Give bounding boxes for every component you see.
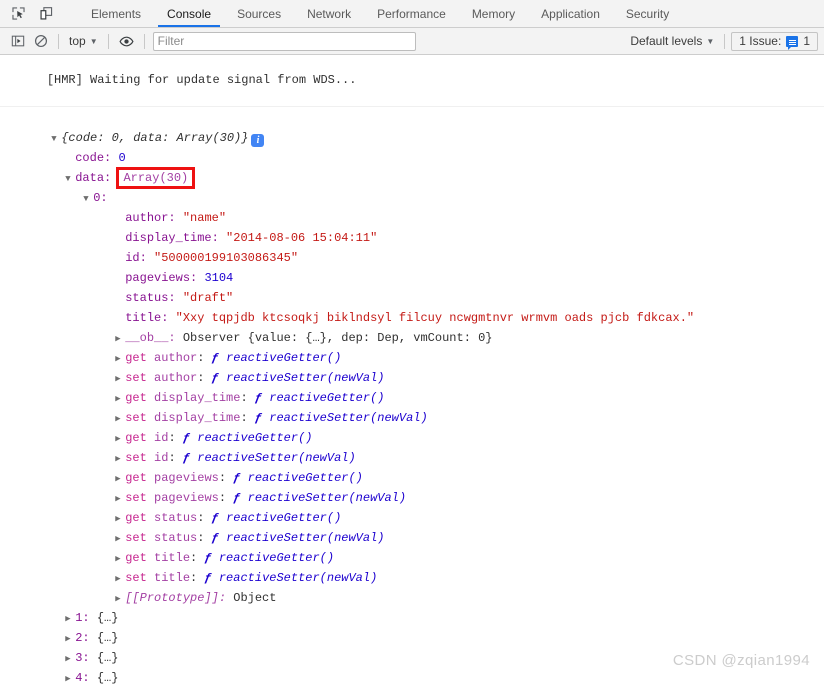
property-row-pageviews[interactable]: pageviews: 3104 [0, 248, 824, 285]
chevron-down-icon: ▼ [89, 37, 98, 46]
accessor-row-get-title[interactable]: get title: ƒ reactiveGetter() [0, 528, 824, 565]
console-message-list[interactable]: [HMR] Waiting for update signal from WDS… [0, 55, 824, 691]
issues-label: 1 Issue: [739, 34, 782, 48]
tab-sources[interactable]: Sources [224, 0, 294, 27]
tab-elements[interactable]: Elements [78, 0, 154, 27]
execution-context-label: top [69, 34, 86, 48]
property-row-title[interactable]: title: "Xxy tqpjdb ktcsoqkj biklndsyl fi… [0, 288, 824, 325]
tab-network[interactable]: Network [294, 0, 364, 27]
accessor-row-set-author[interactable]: set author: ƒ reactiveSetter(newVal) [0, 348, 824, 385]
property-row-author[interactable]: author: "name" [0, 188, 824, 225]
execution-context-selector[interactable]: top ▼ [65, 32, 102, 50]
tab-label: Console [167, 6, 212, 21]
toolbar-divider-3 [143, 33, 145, 49]
accessor-row-get-id[interactable]: get id: ƒ reactiveGetter() [0, 408, 824, 445]
panel-tabs: Elements Console Sources Network Perform… [78, 0, 682, 27]
log-levels-selector[interactable]: Default levels ▼ [626, 32, 718, 50]
accessor-row-get-display-time[interactable]: get display_time: ƒ reactiveGetter() [0, 368, 824, 405]
tab-performance[interactable]: Performance [364, 0, 459, 27]
tab-label: Elements [91, 6, 142, 21]
toolbar-divider-1 [58, 33, 59, 49]
tab-label: Security [625, 6, 670, 21]
tab-application[interactable]: Application [528, 0, 613, 27]
array-index-row-5[interactable]: 5: {…} [0, 668, 824, 688]
console-toolbar: top ▼ Default levels ▼ 1 Issue: 1 [0, 28, 824, 55]
property-row-code[interactable]: code: 0 [0, 128, 824, 165]
array-index-row-3[interactable]: 3: {…} [0, 628, 824, 665]
chevron-down-icon: ▼ [706, 37, 715, 46]
accessor-row-get-status[interactable]: get status: ƒ reactiveGetter() [0, 488, 824, 525]
console-message-object: {code: 0, data: Array(30)}i code: 0 data… [0, 107, 824, 691]
toolbar-divider-2 [107, 33, 109, 49]
accessor-row-set-display-time[interactable]: set display_time: ƒ reactiveSetter(newVa… [0, 388, 824, 425]
accessor-row-set-title[interactable]: set title: ƒ reactiveSetter(newVal) [0, 548, 824, 585]
accessor-row-get-pageviews[interactable]: get pageviews: ƒ reactiveGetter() [0, 448, 824, 485]
tab-memory[interactable]: Memory [459, 0, 528, 27]
property-row-data[interactable]: data: Array(30) [0, 148, 824, 189]
tab-label: Memory [471, 6, 516, 21]
property-row-observer[interactable]: __ob__: Observer {value: {…}, dep: Dep, … [0, 308, 824, 345]
accessor-row-set-status[interactable]: set status: ƒ reactiveSetter(newVal) [0, 508, 824, 545]
property-row-status[interactable]: status: "draft" [0, 268, 824, 305]
property-row-display-time[interactable]: display_time: "2014-08-06 15:04:11" [0, 208, 824, 245]
tab-label: Network [307, 6, 352, 21]
array-index-row-0[interactable]: 0: [0, 168, 824, 205]
tab-console[interactable]: Console [154, 0, 224, 27]
issues-button[interactable]: 1 Issue: 1 [731, 31, 818, 51]
tab-label: Sources [237, 6, 282, 21]
console-message-hmr: [HMR] Waiting for update signal from WDS… [0, 55, 824, 107]
accessor-row-get-author[interactable]: get author: ƒ reactiveGetter() [0, 328, 824, 365]
tab-security[interactable]: Security [613, 0, 682, 27]
console-sidebar-icon[interactable] [6, 31, 29, 52]
property-row-id[interactable]: id: "500000199103086345" [0, 228, 824, 265]
array-index-row-2[interactable]: 2: {…} [0, 608, 824, 645]
accessor-row-set-id[interactable]: set id: ƒ reactiveSetter(newVal) [0, 428, 824, 465]
devtools-tab-bar: Elements Console Sources Network Perform… [0, 0, 824, 28]
object-root-row[interactable]: {code: 0, data: Array(30)}i [0, 108, 824, 147]
tabbar-icon-group [0, 0, 78, 27]
accessor-row-set-pageviews[interactable]: set pageviews: ƒ reactiveSetter(newVal) [0, 468, 824, 505]
toolbar-divider-4 [724, 33, 726, 49]
log-levels-label: Default levels [630, 34, 703, 48]
array-index-row-1[interactable]: 1: {…} [0, 588, 824, 625]
tab-label: Performance [377, 6, 446, 21]
clear-console-icon[interactable] [29, 31, 52, 52]
prototype-row[interactable]: [[Prototype]]: Object [0, 568, 824, 605]
issues-count: 1 [803, 34, 810, 48]
watermark-text: CSDN @zqian1994 [672, 652, 810, 669]
hmr-text: [HMR] Waiting for update signal from WDS… [46, 73, 357, 87]
filter-input[interactable] [152, 31, 416, 51]
inspect-element-icon[interactable] [7, 3, 29, 25]
watermark: CSDN @zqian1994 [673, 652, 810, 669]
device-toolbar-icon[interactable] [35, 3, 57, 25]
issue-speech-bubble-icon [786, 35, 799, 50]
live-expression-icon[interactable] [115, 31, 138, 52]
tab-label: Application [541, 6, 600, 21]
